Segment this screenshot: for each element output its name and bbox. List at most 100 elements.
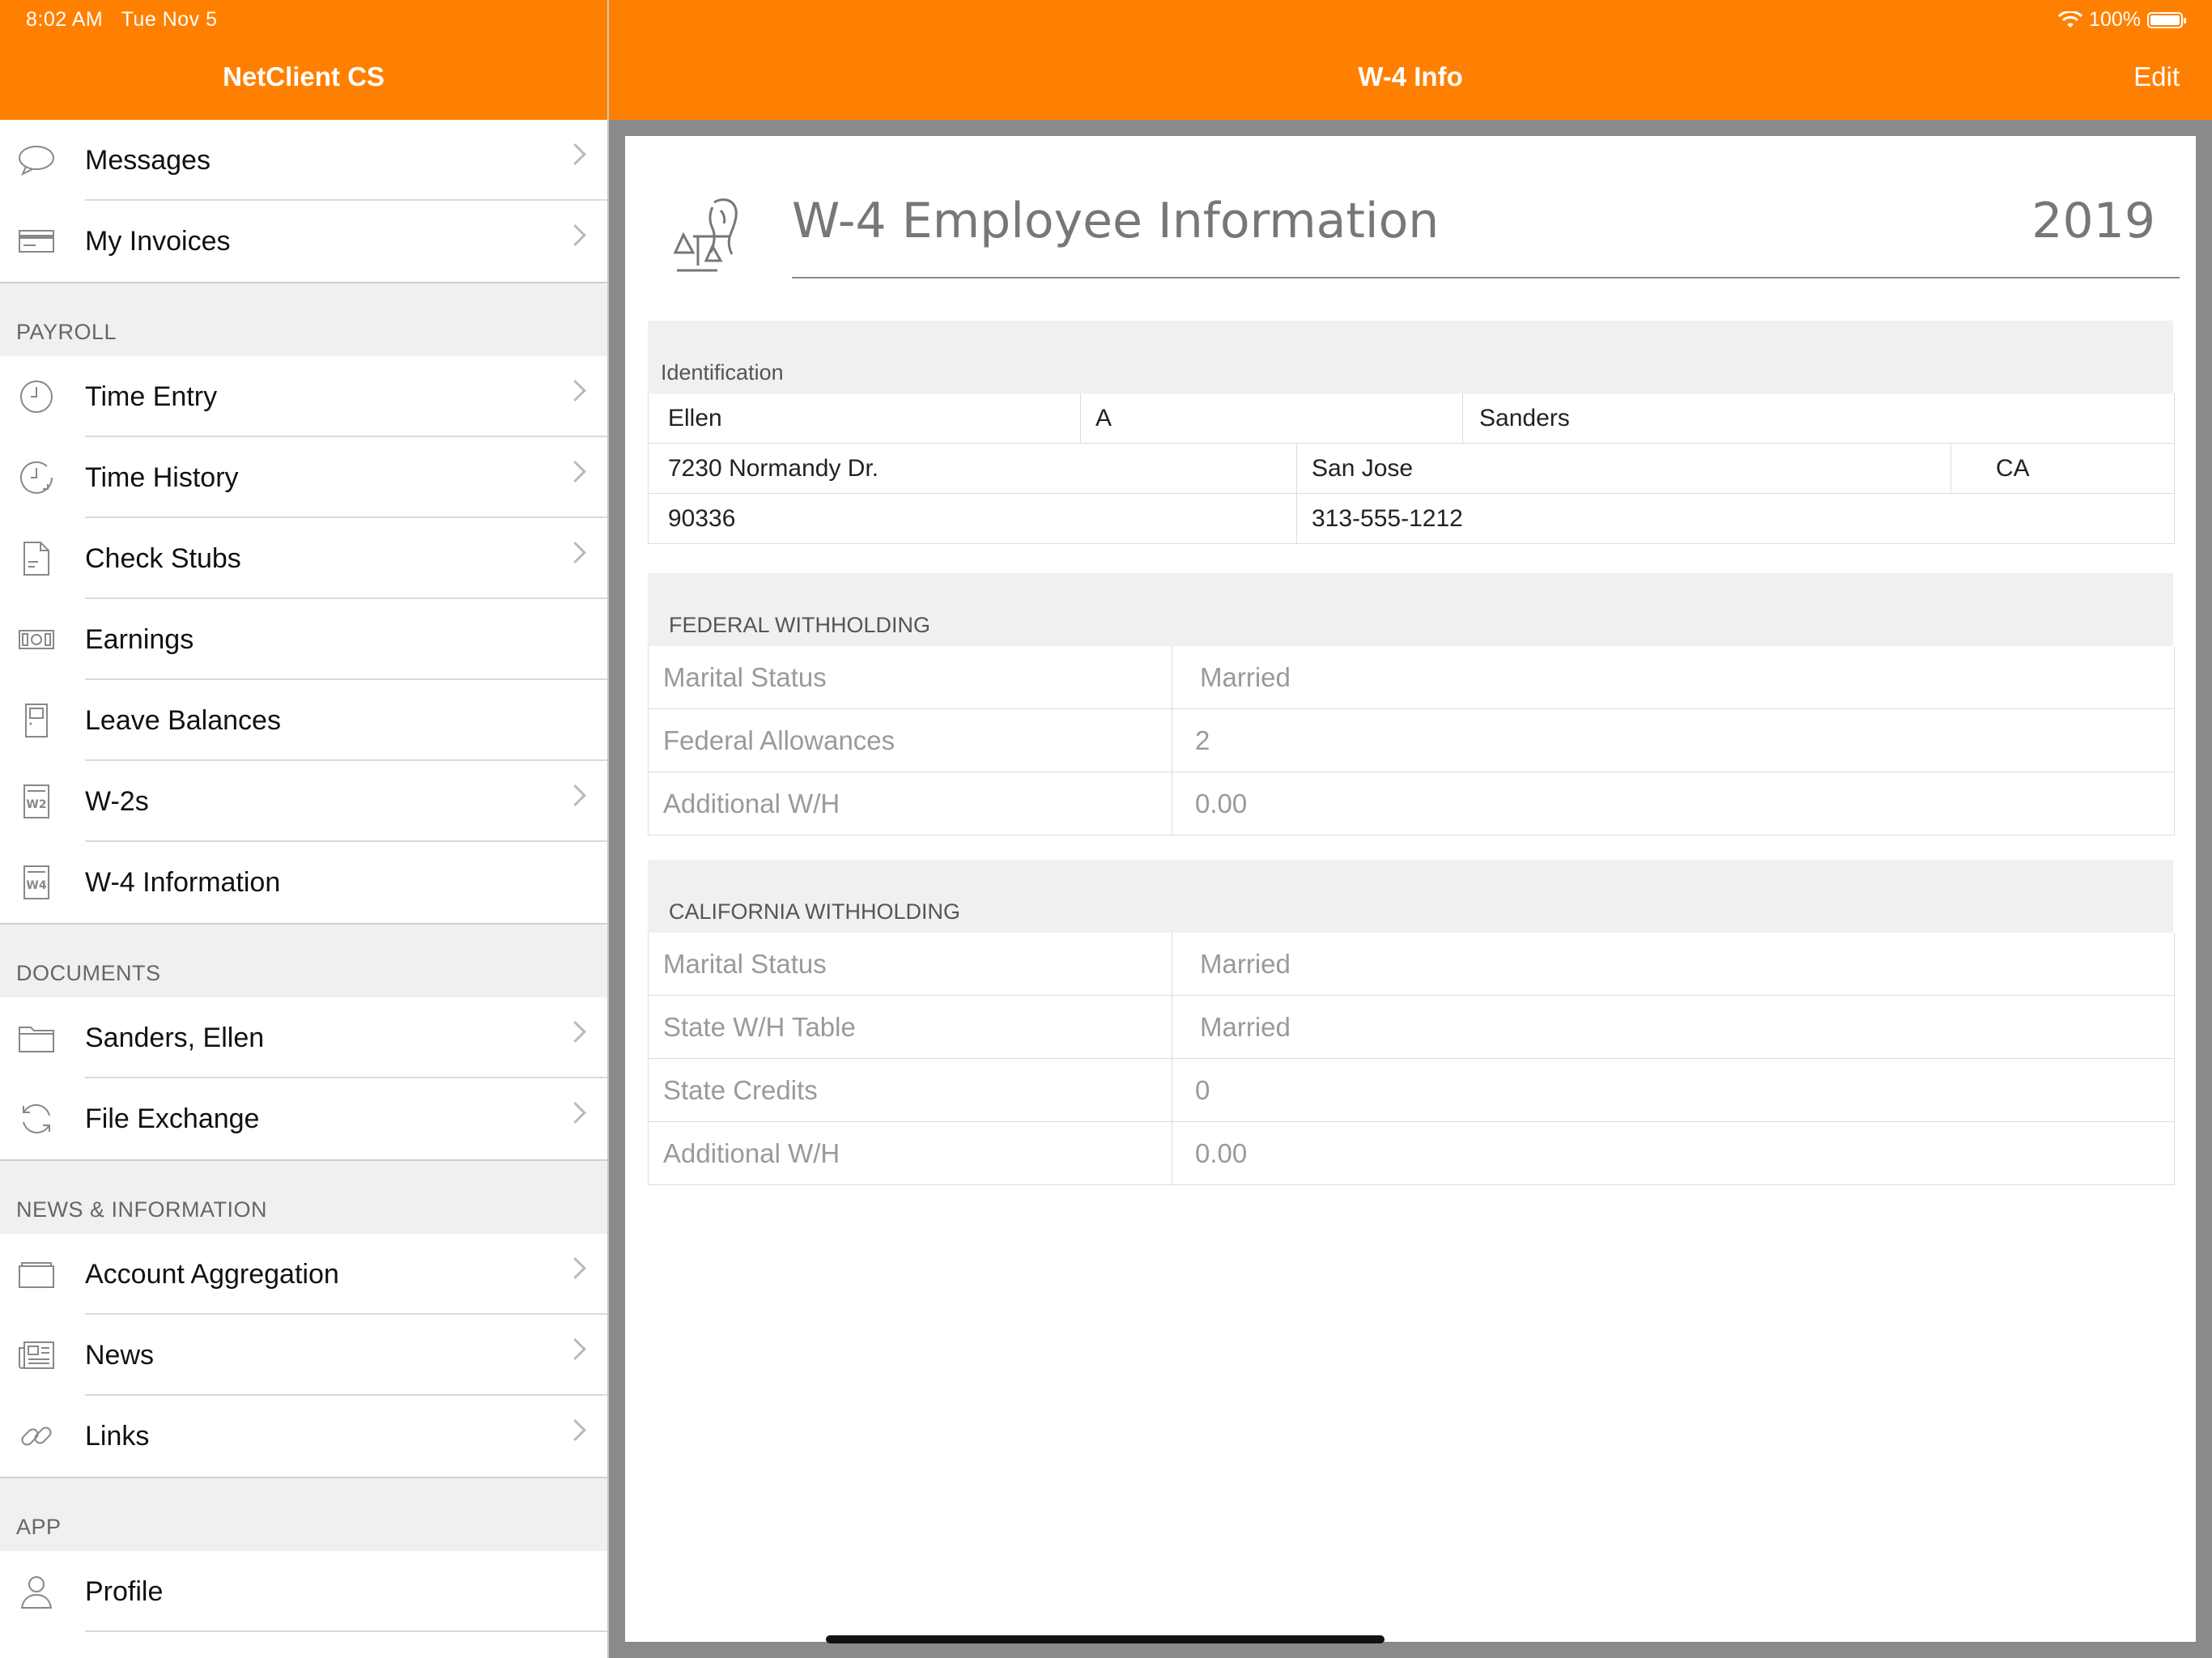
- chevron-right-icon: [564, 1021, 586, 1043]
- federal-header-label: FEDERAL WITHHOLDING: [669, 613, 931, 637]
- state-additional-wh-value[interactable]: 0.00: [1172, 1122, 2174, 1185]
- identification-grid: Ellen A Sanders 7230 Normandy Dr. San Jo…: [648, 393, 2175, 544]
- sidebar-item-messages[interactable]: Messages: [0, 120, 607, 201]
- sidebar-nav-bar: 8:02 AM Tue Nov 5 NetClient CS: [0, 0, 607, 120]
- sidebar-item-my-invoices[interactable]: My Invoices: [0, 201, 607, 282]
- sidebar-item-time-entry[interactable]: Time Entry: [0, 356, 607, 437]
- status-indicators: 100%: [2058, 8, 2186, 32]
- money-icon: [18, 622, 55, 657]
- sidebar-item-file-exchange[interactable]: File Exchange: [0, 1078, 607, 1159]
- chevron-right-icon: [564, 461, 586, 483]
- sidebar-item-label: Profile: [85, 1575, 164, 1607]
- chevron-right-icon: [564, 224, 586, 246]
- sidebar-item-label: Check Stubs: [85, 542, 241, 574]
- chevron-right-icon: [564, 1419, 586, 1441]
- edit-button[interactable]: Edit: [2133, 62, 2180, 92]
- gear-icon: [18, 1655, 55, 1658]
- federal-allowances-value[interactable]: 2: [1172, 709, 2174, 772]
- california-grid: Marital Status Married State W/H Table M…: [648, 933, 2175, 1185]
- svg-text:W2: W2: [26, 798, 46, 811]
- state-marital-status-value[interactable]: Married: [1172, 933, 2174, 996]
- federal-marital-status-label: Marital Status: [649, 646, 1172, 709]
- sidebar-item-w2s[interactable]: W2 W-2s: [0, 761, 607, 842]
- state-field[interactable]: CA: [1950, 444, 2174, 494]
- sidebar-item-label: Time Entry: [85, 380, 218, 412]
- chevron-right-icon: [564, 1102, 586, 1124]
- address-field[interactable]: 7230 Normandy Dr.: [649, 444, 1296, 494]
- folder-icon: [18, 1020, 55, 1056]
- page-title: W-4 Info: [1358, 62, 1463, 91]
- federal-marital-status-value[interactable]: Married: [1172, 646, 2174, 709]
- section-header-payroll: PAYROLL: [0, 282, 607, 356]
- svg-text:W4: W4: [26, 879, 46, 892]
- chevron-right-icon: [564, 542, 586, 563]
- sidebar-item-label: Time History: [85, 461, 239, 493]
- battery-percent: 100%: [2089, 8, 2141, 31]
- wifi-icon: [2058, 11, 2083, 28]
- sidebar-item-label: Sanders, Ellen: [85, 1022, 265, 1053]
- sidebar-item-label: My Invoices: [85, 225, 231, 257]
- sidebar-item-label: Account Aggregation: [85, 1258, 339, 1290]
- sidebar-item-label: News: [85, 1339, 155, 1371]
- section-header-documents: DOCUMENTS: [0, 923, 607, 997]
- state-wh-table-value[interactable]: Married: [1172, 996, 2174, 1059]
- sidebar-item-label: Leave Balances: [85, 704, 281, 736]
- wallet-icon: [18, 1256, 55, 1292]
- state-marital-status-label: Marital Status: [649, 933, 1172, 996]
- sidebar-item-news[interactable]: News: [0, 1315, 607, 1396]
- identification-header-label: Identification: [661, 360, 784, 385]
- state-credits-label: State Credits: [649, 1059, 1172, 1122]
- sidebar-title: NetClient CS: [223, 62, 385, 91]
- w4-form-icon: W4: [18, 865, 55, 900]
- phone-field[interactable]: 313-555-1212: [1296, 494, 2174, 544]
- sidebar: Messages My Invoices PAYROLL Time Entry …: [0, 120, 607, 1658]
- sidebar-item-label: File Exchange: [85, 1103, 260, 1134]
- chevron-right-icon: [564, 1338, 586, 1360]
- detail-nav-bar: 100% W-4 Info Edit: [609, 0, 2212, 120]
- sidebar-item-leave-balances[interactable]: Leave Balances: [0, 680, 607, 761]
- title-underline: [792, 277, 2180, 278]
- credit-card-icon: [18, 223, 55, 259]
- last-name-field[interactable]: Sanders: [1462, 393, 2174, 444]
- federal-header: FEDERAL WITHHOLDING: [648, 573, 2173, 646]
- sidebar-item-w4-information[interactable]: W4 W-4 Information: [0, 842, 607, 923]
- section-header-app: APP: [0, 1477, 607, 1551]
- w2-form-icon: W2: [18, 784, 55, 819]
- document-year: 2019: [2031, 193, 2155, 249]
- sync-icon: [18, 1101, 55, 1137]
- california-header: CALIFORNIA WITHHOLDING: [648, 860, 2173, 933]
- state-wh-table-label: State W/H Table: [649, 996, 1172, 1059]
- sidebar-item-profile[interactable]: Profile: [0, 1551, 607, 1632]
- sidebar-item-sanders-ellen[interactable]: Sanders, Ellen: [0, 997, 607, 1078]
- battery-icon: [2147, 11, 2186, 28]
- sidebar-item-check-stubs[interactable]: Check Stubs: [0, 518, 607, 599]
- city-field[interactable]: San Jose: [1296, 444, 1950, 494]
- sidebar-item-time-history[interactable]: Time History: [0, 437, 607, 518]
- sidebar-item-label: W-2s: [85, 785, 149, 817]
- federal-additional-wh-value[interactable]: 0.00: [1172, 772, 2174, 835]
- zip-field[interactable]: 90336: [649, 494, 1296, 544]
- link-icon: [18, 1418, 55, 1454]
- newspaper-icon: [18, 1337, 55, 1373]
- clock-history-icon: [18, 460, 55, 495]
- federal-grid: Marital Status Married Federal Allowance…: [648, 646, 2175, 835]
- status-date: Tue Nov 5: [121, 8, 218, 31]
- section-header-news: NEWS & INFORMATION: [0, 1159, 607, 1234]
- sidebar-item-account-aggregation[interactable]: Account Aggregation: [0, 1234, 607, 1315]
- status-clock: 8:02 AM: [26, 8, 104, 31]
- justice-logo-icon: [673, 198, 738, 272]
- first-name-field[interactable]: Ellen: [649, 393, 1080, 444]
- sidebar-item-earnings[interactable]: Earnings: [0, 599, 607, 680]
- speech-bubble-icon: [18, 142, 55, 178]
- sidebar-item-partial[interactable]: [0, 1632, 607, 1658]
- door-icon: [18, 703, 55, 738]
- document-title: W-4 Employee Information: [792, 193, 1440, 249]
- sidebar-item-links[interactable]: Links: [0, 1396, 607, 1477]
- chevron-right-icon: [564, 143, 586, 165]
- person-icon: [18, 1574, 55, 1609]
- middle-initial-field[interactable]: A: [1080, 393, 1462, 444]
- sidebar-item-label: Links: [85, 1420, 150, 1452]
- home-indicator[interactable]: [826, 1635, 1385, 1643]
- state-credits-value[interactable]: 0: [1172, 1059, 2174, 1122]
- federal-additional-wh-label: Additional W/H: [649, 772, 1172, 835]
